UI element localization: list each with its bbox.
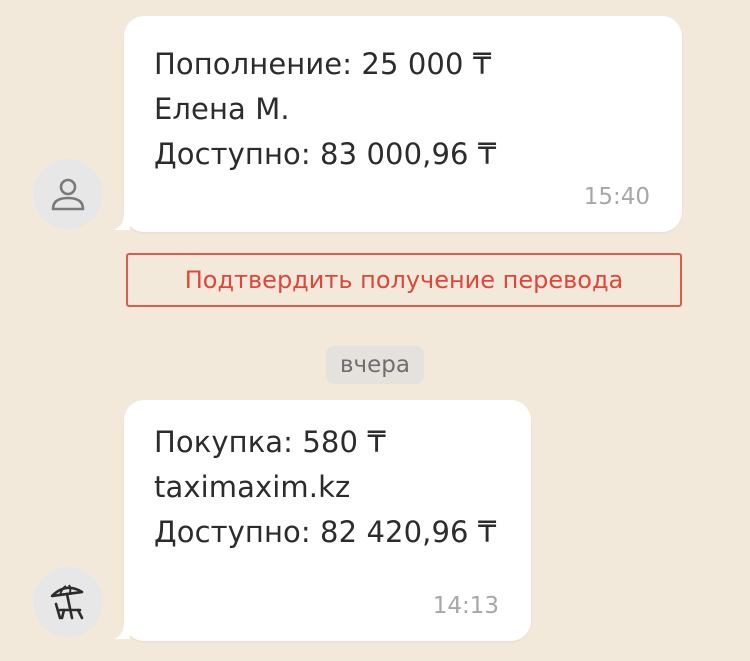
message-time: 15:40 [583,184,650,210]
bubble-tail [114,623,130,639]
message-text: Покупка: 580 ₸ taximaxim.kz Доступно: 82… [154,420,496,555]
date-separator: вчера [326,346,424,384]
beach-umbrella-icon [50,584,84,620]
message-line: Елена М. [154,92,290,126]
message-avatar[interactable] [33,159,103,229]
message-line: Покупка: 580 ₸ [154,425,386,459]
person-icon [51,178,85,211]
message-line: Доступно: 82 420,96 ₸ [154,515,497,549]
message-bubble[interactable]: Покупка: 580 ₸ taximaxim.kz Доступно: 82… [114,400,531,641]
message-time: 14:13 [432,593,499,619]
message-line: taximaxim.kz [154,470,351,504]
message-line: Доступно: 83 000,96 ₸ [154,137,497,171]
message-bubble[interactable]: Пополнение: 25 000 ₸ Елена М. Доступно: … [114,16,682,232]
confirm-transfer-button[interactable]: Подтвердить получение перевода [126,253,682,307]
message-avatar[interactable] [33,567,103,637]
message-line: Пополнение: 25 000 ₸ [154,47,492,81]
message-text: Пополнение: 25 000 ₸ Елена М. Доступно: … [154,42,496,177]
bubble-tail [114,214,130,230]
